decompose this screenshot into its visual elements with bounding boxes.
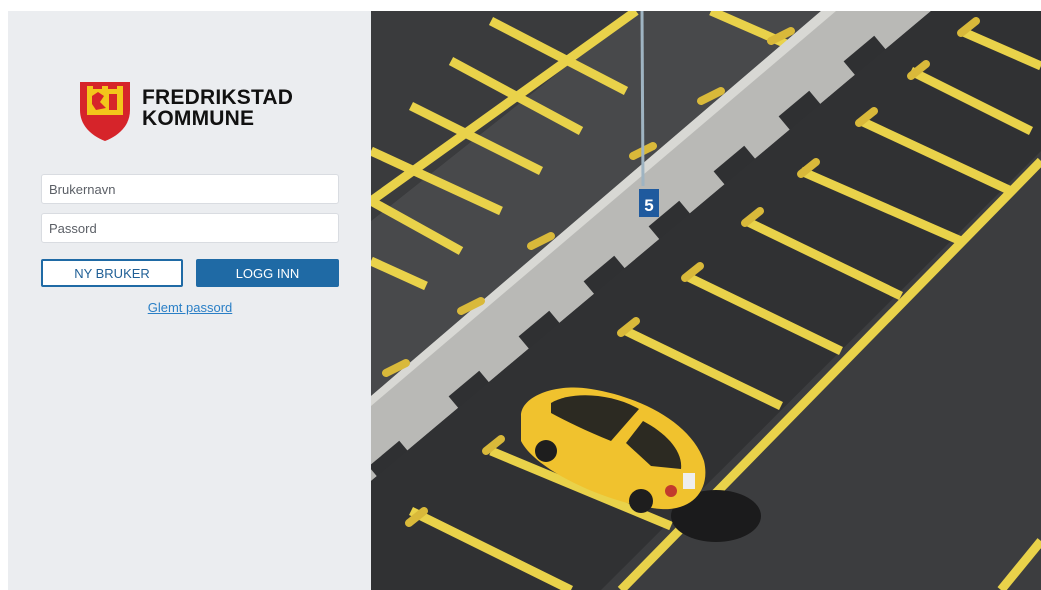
coat-of-arms-icon [80, 82, 130, 141]
background-photo: 5 [371, 11, 1041, 590]
login-button[interactable]: LOGG INN [196, 259, 339, 287]
username-input[interactable] [41, 174, 339, 204]
new-user-button[interactable]: NY BRUKER [41, 259, 183, 287]
password-input[interactable] [41, 213, 339, 243]
brand-logo: FREDRIKSTAD KOMMUNE [78, 80, 293, 142]
brand-name-line1: FREDRIKSTAD [142, 86, 294, 109]
forgot-password-link[interactable]: Glemt passord [41, 300, 339, 315]
parking-garage-image: 5 [371, 11, 1041, 590]
brand-name-line2: KOMMUNE [142, 107, 255, 130]
login-panel: FREDRIKSTAD KOMMUNE NY BRUKER LOGG INN G… [8, 11, 371, 590]
level-sign-number: 5 [644, 196, 653, 215]
